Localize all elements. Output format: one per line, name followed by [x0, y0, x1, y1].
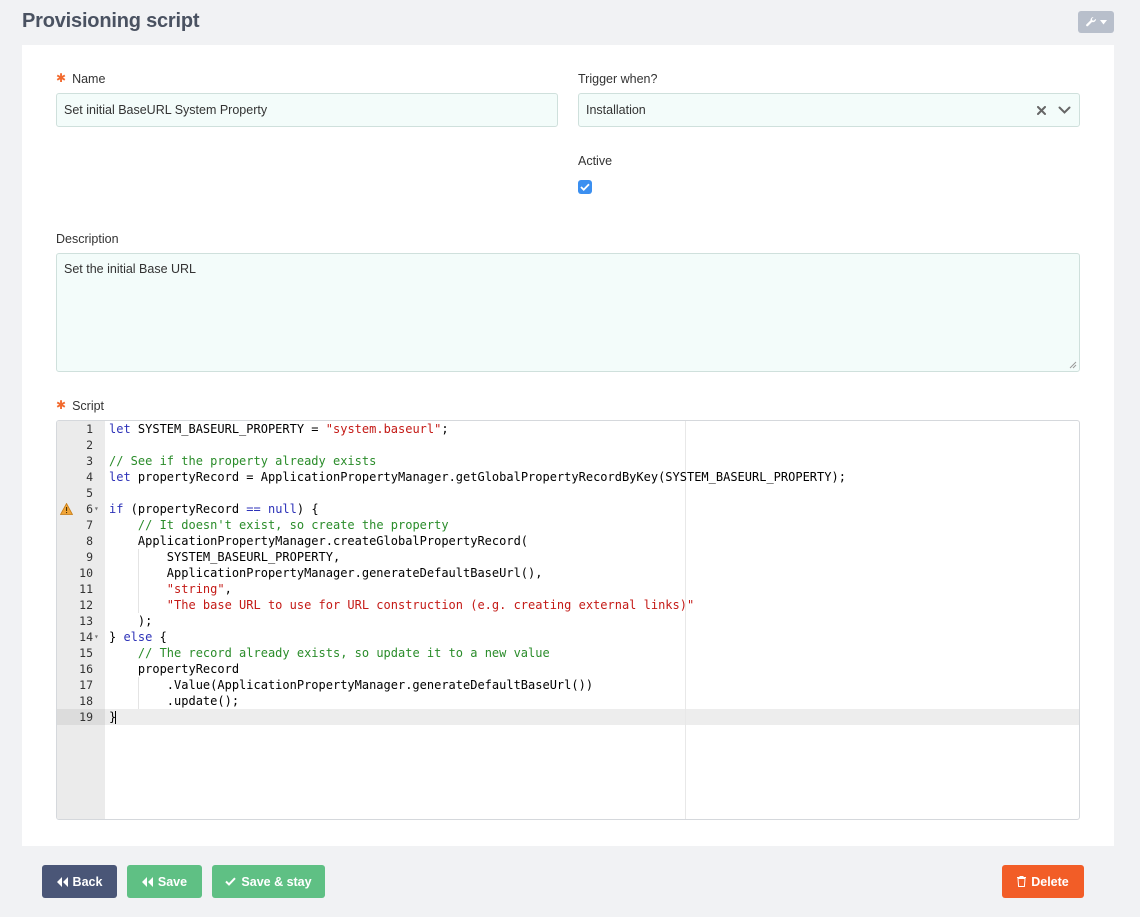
code-line[interactable]: 12 "The base URL to use for URL construc…	[57, 597, 1079, 613]
save-button[interactable]: Save	[127, 865, 202, 898]
resize-handle-icon[interactable]	[1068, 360, 1077, 369]
text-cursor	[115, 711, 116, 724]
back-button[interactable]: Back	[42, 865, 117, 898]
description-value: Set the initial Base URL	[64, 262, 197, 276]
code-text: );	[109, 614, 153, 628]
code-line[interactable]: 8 ApplicationPropertyManager.createGloba…	[57, 533, 1079, 549]
wrench-icon	[1086, 16, 1096, 27]
line-number: 1	[86, 422, 93, 436]
code-line[interactable]: 3 // See if the property already exists	[57, 453, 1079, 469]
code-line[interactable]: 15 // The record already exists, so upda…	[57, 645, 1079, 661]
indent-guide	[137, 581, 139, 597]
code-text: SYSTEM_BASEURL_PROPERTY,	[109, 550, 341, 564]
indent-guide	[137, 693, 139, 709]
line-number: 3	[86, 454, 93, 468]
code-line[interactable]: 17 .Value(ApplicationPropertyManager.gen…	[57, 677, 1079, 693]
line-number: 4	[86, 470, 93, 484]
line-number: 10	[79, 566, 93, 580]
line-number: 11	[79, 582, 93, 596]
line-number: 5	[86, 486, 93, 500]
code-line[interactable]: 7 // It doesn't exist, so create the pro…	[57, 517, 1079, 533]
code-line[interactable]: 14 ▾ } else {	[57, 629, 1079, 645]
code-text: "The base URL to use for URL constructio…	[166, 598, 695, 612]
line-number: 8	[86, 534, 93, 548]
active-checkbox[interactable]	[578, 180, 592, 194]
double-chevron-left-icon	[141, 876, 153, 887]
code-text: .Value(ApplicationPropertyManager.genera…	[109, 678, 594, 692]
line-number: 2	[86, 438, 93, 452]
name-input-value: Set initial BaseURL System Property	[64, 103, 268, 117]
code-text: // See if the property already exists	[109, 454, 377, 468]
indent-guide	[137, 549, 139, 565]
page-title: Provisioning script	[22, 10, 200, 32]
line-number: 19	[79, 710, 93, 724]
code-text: let SYSTEM_BASEURL_PROPERTY = "system.ba…	[109, 422, 449, 436]
check-icon	[225, 877, 237, 886]
script-label: ✱ Script	[56, 398, 105, 413]
code-line[interactable]: 5	[57, 485, 1079, 501]
indent-guide	[137, 565, 139, 581]
line-number: 17	[79, 678, 93, 692]
trigger-select-value: Installation	[586, 103, 646, 117]
save-and-stay-button[interactable]: Save & stay	[212, 865, 325, 898]
line-number: 14	[79, 630, 93, 644]
double-chevron-left-icon	[56, 876, 68, 887]
code-line[interactable]: 18 .update();	[57, 693, 1079, 709]
script-editor[interactable]: 1 let SYSTEM_BASEURL_PROPERTY = "system.b…	[56, 420, 1080, 820]
code-line[interactable]: 1 let SYSTEM_BASEURL_PROPERTY = "system.b…	[57, 421, 1079, 437]
code-line[interactable]: 2	[57, 437, 1079, 453]
description-label: Description	[56, 232, 119, 246]
code-text: let propertyRecord = ApplicationProperty…	[109, 470, 846, 484]
code-line[interactable]: 10 ApplicationPropertyManager.generateDe…	[57, 565, 1079, 581]
line-number: 18	[79, 694, 93, 708]
line-number: 13	[79, 614, 93, 628]
code-text: .update();	[109, 694, 240, 708]
code-text: // The record already exists, so update …	[137, 646, 550, 660]
trash-icon	[1017, 876, 1027, 887]
code-text: } else {	[109, 630, 167, 644]
line-number: 6	[86, 502, 93, 516]
required-marker: ✱	[56, 71, 67, 85]
tools-menu-button[interactable]	[1078, 11, 1114, 33]
name-label: ✱ Name	[56, 71, 106, 86]
code-line[interactable]: 11 "string",	[57, 581, 1079, 597]
indent-guide	[137, 597, 139, 613]
code-text: // It doesn't exist, so create the prope…	[137, 518, 449, 532]
code-line[interactable]: 13 );	[57, 613, 1079, 629]
line-number: 12	[79, 598, 93, 612]
code-line[interactable]: 9 SYSTEM_BASEURL_PROPERTY,	[57, 549, 1079, 565]
name-input[interactable]: Set initial BaseURL System Property	[56, 93, 558, 127]
line-number: 16	[79, 662, 93, 676]
description-textarea[interactable]: Set the initial Base URL	[56, 253, 1080, 372]
code-line[interactable]: 16 propertyRecord	[57, 661, 1079, 677]
line-number: 7	[86, 518, 93, 532]
delete-button[interactable]: Delete	[1002, 865, 1084, 898]
trigger-label: Trigger when?	[578, 72, 658, 86]
close-icon[interactable]	[1037, 105, 1046, 115]
line-number: 15	[79, 646, 93, 660]
chevron-down-icon[interactable]	[1058, 106, 1071, 115]
code-text: "string",	[166, 582, 232, 596]
caret-down-icon	[1100, 19, 1107, 24]
indent-guide	[137, 677, 139, 693]
fold-toggle-icon[interactable]: ▾	[94, 501, 99, 517]
check-icon	[580, 183, 590, 191]
required-marker: ✱	[56, 398, 67, 412]
code-line[interactable]: 19}	[57, 709, 1079, 725]
fold-toggle-icon[interactable]: ▾	[94, 629, 99, 645]
code-line[interactable]: 4 let propertyRecord = ApplicationPropert…	[57, 469, 1079, 485]
active-label: Active	[578, 154, 613, 168]
code-text: ApplicationPropertyManager.createGlobalP…	[109, 534, 529, 548]
code-line[interactable]: 6 ▾ if (propertyRecord == null) {	[57, 501, 1079, 517]
code-text: propertyRecord	[109, 662, 240, 676]
trigger-select[interactable]: Installation	[578, 93, 1080, 127]
line-number: 9	[86, 550, 93, 564]
code-text: if (propertyRecord == null) {	[109, 502, 319, 516]
code-text: ApplicationPropertyManager.generateDefau…	[109, 566, 543, 580]
